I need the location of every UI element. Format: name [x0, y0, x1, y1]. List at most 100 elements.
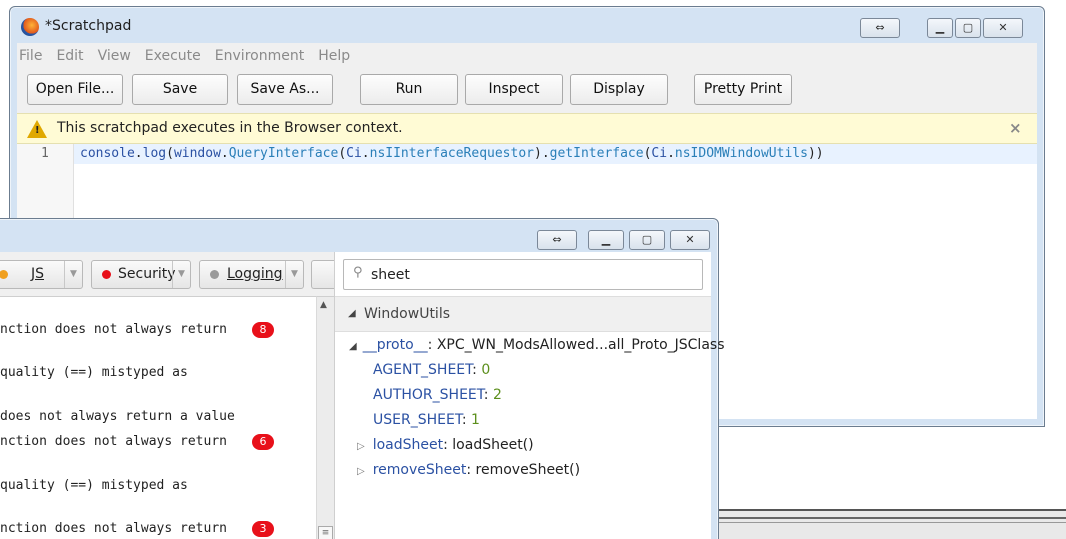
pretty-print-button[interactable]: Pretty Print	[694, 74, 792, 105]
notification-bar: ! This scratchpad executes in the Browse…	[17, 113, 1037, 144]
method-value: loadSheet()	[452, 437, 534, 453]
method-value: removeSheet()	[475, 462, 581, 478]
property-row[interactable]: AGENT_SHEET: 0	[373, 362, 490, 378]
console-message[interactable]: quality (==) mistyped as	[0, 365, 316, 385]
minimize-button[interactable]: ▁	[927, 18, 953, 38]
minimize-button[interactable]: ▁	[588, 230, 624, 250]
save-button[interactable]: Save	[132, 74, 228, 105]
method-key: loadSheet	[372, 437, 444, 453]
method-row[interactable]: ▷ removeSheet: removeSheet()	[357, 462, 580, 478]
console-message[interactable]: nction does not always return 3	[0, 521, 316, 539]
collapsed-triangle-icon: ▷	[357, 466, 365, 477]
code-token: nsIDOMWindowUtils	[674, 146, 808, 161]
logging-dot-icon	[210, 270, 219, 279]
js-dot-icon	[0, 270, 8, 279]
filter-security-label: Security	[118, 266, 176, 282]
firefox-logo-icon	[21, 18, 39, 36]
code-token: console	[80, 146, 135, 161]
filter-logging-label: Logging	[227, 266, 283, 282]
property-value: 0	[481, 362, 491, 378]
scroll-thumb-grip-icon[interactable]: ≡	[318, 526, 333, 539]
menu-execute[interactable]: Execute	[145, 48, 201, 64]
menu-bar: File Edit View Execute Environment Help	[19, 48, 364, 64]
close-button[interactable]: ✕	[983, 18, 1023, 38]
restore-arrows-icon[interactable]: ⇔	[537, 230, 577, 250]
notification-close-icon[interactable]: ×	[1009, 119, 1022, 137]
property-row[interactable]: USER_SHEET: 1	[373, 412, 480, 428]
search-input[interactable]: ⚲ sheet	[343, 259, 703, 290]
menu-file[interactable]: File	[19, 48, 42, 64]
filter-more-button[interactable]	[311, 260, 335, 289]
code-token: (	[338, 146, 347, 161]
console-scrollbar[interactable]: ▲ ≡	[316, 296, 334, 539]
property-value: 1	[471, 412, 480, 428]
code-token: Ci	[651, 146, 668, 161]
collapsed-triangle-icon: ▷	[357, 441, 365, 452]
proto-value: XPC_WN_ModsAllowed...all_Proto_JSClass	[436, 337, 725, 353]
menu-environment[interactable]: Environment	[215, 48, 304, 64]
background-window-edge	[719, 509, 1066, 539]
code-token: .	[361, 146, 370, 161]
console-output: nction does not always return 8 quality (=…	[0, 296, 316, 539]
method-row[interactable]: ▷ loadSheet: loadSheet()	[357, 437, 534, 453]
restore-arrows-icon[interactable]: ⇔	[860, 18, 900, 38]
property-row[interactable]: AUTHOR_SHEET: 2	[373, 387, 502, 403]
chevron-down-icon[interactable]: ▼	[285, 261, 303, 288]
save-as-button[interactable]: Save As...	[237, 74, 333, 105]
menu-help[interactable]: Help	[318, 48, 350, 64]
property-value: 2	[492, 387, 502, 403]
property-key: AUTHOR_SHEET	[373, 387, 484, 403]
console-message-text: quality (==) mistyped as	[0, 478, 188, 493]
expanded-triangle-icon: ◢	[348, 308, 356, 319]
security-dot-icon	[102, 270, 111, 279]
filter-js-button[interactable]: JS ▼	[0, 260, 83, 289]
expanded-triangle-icon: ◢	[349, 341, 357, 352]
search-icon: ⚲	[353, 265, 363, 280]
filter-logging-button[interactable]: Logging ▼	[199, 260, 304, 289]
maximize-button[interactable]: ▢	[629, 230, 665, 250]
menu-view[interactable]: View	[98, 48, 131, 64]
filter-security-button[interactable]: Security ▼	[91, 260, 191, 289]
property-key: AGENT_SHEET	[373, 362, 473, 378]
search-value: sheet	[371, 267, 410, 283]
code-token: ))	[807, 146, 824, 161]
console-message-text: does not always return a value	[0, 409, 235, 424]
code-token: .	[667, 146, 675, 161]
console-message-text: nction does not always return	[0, 322, 227, 337]
repeat-count-badge: 6	[252, 434, 274, 450]
chevron-down-icon[interactable]: ▼	[172, 261, 190, 288]
code-token: nsIInterfaceRequestor	[369, 146, 534, 161]
console-message-text: quality (==) mistyped as	[0, 365, 188, 380]
scope-label: WindowUtils	[364, 306, 451, 322]
console-message[interactable]: nction does not always return 8	[0, 322, 316, 342]
run-button[interactable]: Run	[360, 74, 458, 105]
code-token: log	[142, 146, 167, 161]
close-button[interactable]: ✕	[670, 230, 710, 250]
maximize-button[interactable]: ▢	[955, 18, 981, 38]
open-file-button[interactable]: Open File...	[27, 74, 123, 105]
console-message[interactable]: quality (==) mistyped as	[0, 478, 316, 498]
code-token: QueryInterface	[228, 146, 339, 161]
filter-js-label: JS	[31, 266, 45, 282]
repeat-count-badge: 8	[252, 322, 274, 338]
variables-scope-header[interactable]: ◢ WindowUtils	[335, 296, 711, 332]
console-message-text: nction does not always return	[0, 434, 227, 449]
code-token: (	[166, 146, 174, 161]
code-token: ).	[534, 146, 550, 161]
menu-edit[interactable]: Edit	[56, 48, 83, 64]
code-token: getInterface	[549, 146, 644, 161]
chevron-down-icon[interactable]: ▼	[64, 261, 82, 288]
code-token: .	[220, 146, 229, 161]
scroll-up-icon[interactable]: ▲	[320, 300, 327, 310]
display-button[interactable]: Display	[570, 74, 668, 105]
console-message[interactable]: does not always return a value	[0, 409, 316, 429]
code-token: Ci	[346, 146, 362, 161]
notification-text: This scratchpad executes in the Browser …	[57, 120, 403, 136]
code-token: .	[134, 146, 143, 161]
console-message[interactable]: nction does not always return 6	[0, 434, 316, 454]
window-title: *Scratchpad	[45, 18, 132, 34]
proto-row[interactable]: ◢ __proto__: XPC_WN_ModsAllowed...all_Pro…	[349, 337, 725, 353]
repeat-count-badge: 3	[252, 521, 274, 537]
inspect-button[interactable]: Inspect	[465, 74, 563, 105]
property-key: USER_SHEET	[373, 412, 462, 428]
